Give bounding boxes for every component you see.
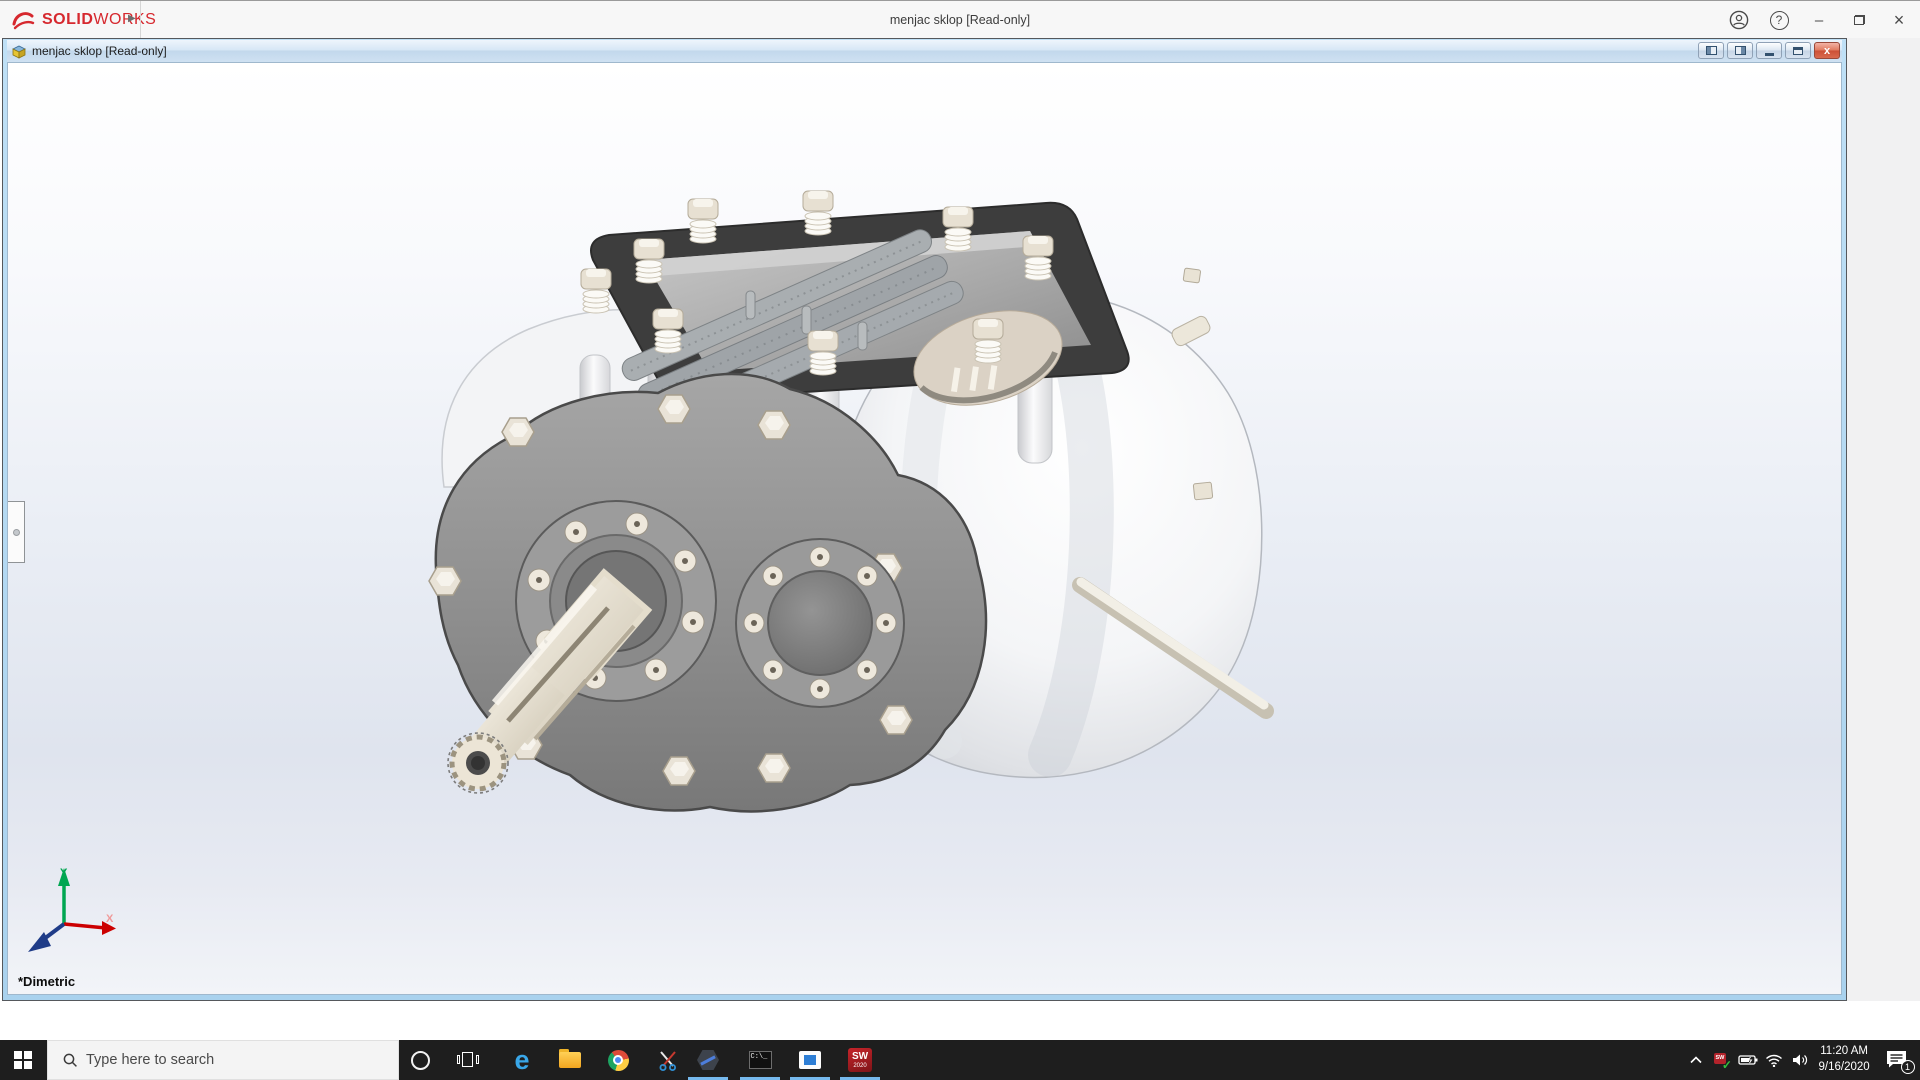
minimize-button[interactable]: –: [1806, 7, 1832, 33]
windows-logo-icon: [14, 1051, 32, 1069]
rear-bolt: [1182, 267, 1201, 284]
document-window: menjac sklop [Read-only] x Y X *Dimetric: [2, 38, 1847, 1001]
graphics-viewport[interactable]: Y X *Dimetric: [7, 62, 1842, 995]
taskbar-solidworks-button[interactable]: SW 2020: [838, 1040, 882, 1080]
file-explorer-icon: [559, 1049, 581, 1068]
restore-button[interactable]: [1846, 7, 1872, 33]
document-titlebar[interactable]: menjac sklop [Read-only] x: [7, 40, 1842, 62]
solidworks-resource-monitor-icon: SW ✓: [1713, 1052, 1732, 1071]
taskbar-cortana-button[interactable]: [398, 1040, 442, 1080]
app-window-title: menjac sklop [Read-only]: [889, 13, 1031, 27]
mdi-client-area-bottom: [0, 1001, 1920, 1040]
doc-minimize-button[interactable]: [1756, 42, 1782, 59]
taskbar-search[interactable]: [47, 1040, 399, 1080]
taskbar-file-explorer-button[interactable]: [548, 1040, 592, 1080]
chevron-up-icon: [1690, 1056, 1702, 1064]
taskbar-snip-tool-button[interactable]: [646, 1040, 690, 1080]
tray-clock[interactable]: 11:20 AM 9/16/2020: [1813, 1040, 1875, 1080]
tray-battery-button[interactable]: [1735, 1040, 1761, 1080]
tray-time: 11:20 AM: [1820, 1045, 1868, 1058]
taskbar-task-view-button[interactable]: [446, 1040, 490, 1080]
split-left-icon: [1705, 46, 1717, 55]
solidworks-app-titlebar: SOLIDWORKS ▶ menjac sklop [Read-only] ? …: [0, 0, 1920, 39]
chrome-icon: [607, 1049, 629, 1071]
account-button[interactable]: [1726, 7, 1752, 33]
reference-triad: Y X: [28, 867, 116, 952]
doc-close-button[interactable]: x: [1814, 42, 1840, 59]
tray-show-hidden-icons-button[interactable]: [1684, 1040, 1708, 1080]
view-orientation-label: *Dimetric: [18, 974, 76, 989]
split-pane-right-button[interactable]: [1727, 42, 1753, 59]
restore-icon: [1853, 15, 1865, 25]
triad-x-label: X: [106, 913, 114, 925]
tray-date: 9/16/2020: [1818, 1061, 1870, 1073]
account-icon: [1729, 10, 1749, 30]
triad-y-label: Y: [60, 867, 68, 879]
taskbar-edge-button[interactable]: e: [500, 1040, 544, 1080]
taskbar-chrome-button[interactable]: [596, 1040, 640, 1080]
edge-browser-icon: e: [514, 1044, 530, 1075]
shift-peg: [857, 321, 868, 351]
action-center-icon: 1: [1885, 1049, 1915, 1074]
photos-app-icon: [799, 1051, 821, 1069]
battery-charging-icon: [1738, 1055, 1758, 1065]
doc-minimize-icon: [1764, 53, 1774, 56]
countershaft-bearing-cover: [735, 538, 905, 708]
tray-volume-button[interactable]: [1787, 1040, 1813, 1080]
taskbar-photos-app-button[interactable]: [788, 1040, 832, 1080]
snip-scissors-icon: [659, 1051, 676, 1071]
rear-stub-shaft: [1171, 315, 1211, 347]
gearbox-3d-model[interactable]: [8, 63, 1842, 995]
shift-peg: [745, 290, 756, 320]
tray-solidworks-monitor-button[interactable]: SW ✓: [1708, 1040, 1734, 1080]
help-button[interactable]: ?: [1766, 7, 1792, 33]
task-view-icon: [457, 1052, 479, 1068]
windows-taskbar: e C:\_ SW 2020: [0, 1040, 1920, 1080]
featuremanager-collapsed-tab[interactable]: [8, 501, 25, 563]
doc-restore-icon: [1793, 46, 1803, 55]
doc-restore-button[interactable]: [1785, 42, 1811, 59]
close-button[interactable]: ×: [1886, 7, 1912, 33]
command-prompt-icon: C:\_: [748, 1051, 772, 1069]
taskbar-hexagon-app-button[interactable]: [686, 1040, 730, 1080]
search-icon: [63, 1053, 77, 1067]
solidworks-2020-icon: SW 2020: [848, 1048, 872, 1072]
mdi-client-area: [1847, 38, 1920, 1040]
cortana-icon: [410, 1050, 430, 1070]
tray-wifi-button[interactable]: [1761, 1040, 1787, 1080]
help-icon: ?: [1769, 10, 1789, 30]
shift-peg: [801, 305, 812, 335]
hexagon-app-icon: [697, 1050, 719, 1070]
action-center-button[interactable]: 1: [1875, 1040, 1920, 1080]
rear-bolt: [1192, 481, 1214, 501]
panel-handle-dot-icon: [12, 528, 20, 536]
start-button[interactable]: [0, 1040, 46, 1080]
assembly-document-icon: [12, 45, 26, 59]
search-input[interactable]: [86, 1052, 398, 1068]
split-right-icon: [1734, 46, 1746, 55]
speaker-icon: [1792, 1054, 1807, 1066]
split-pane-left-button[interactable]: [1698, 42, 1724, 59]
document-title: menjac sklop [Read-only]: [32, 44, 167, 58]
notification-count-badge: 1: [1900, 1060, 1915, 1074]
taskbar-command-prompt-button[interactable]: C:\_: [738, 1040, 782, 1080]
wifi-icon: [1765, 1054, 1782, 1067]
system-tray: SW ✓ 11:20 AM 9/16/2020 1: [1684, 1040, 1920, 1080]
